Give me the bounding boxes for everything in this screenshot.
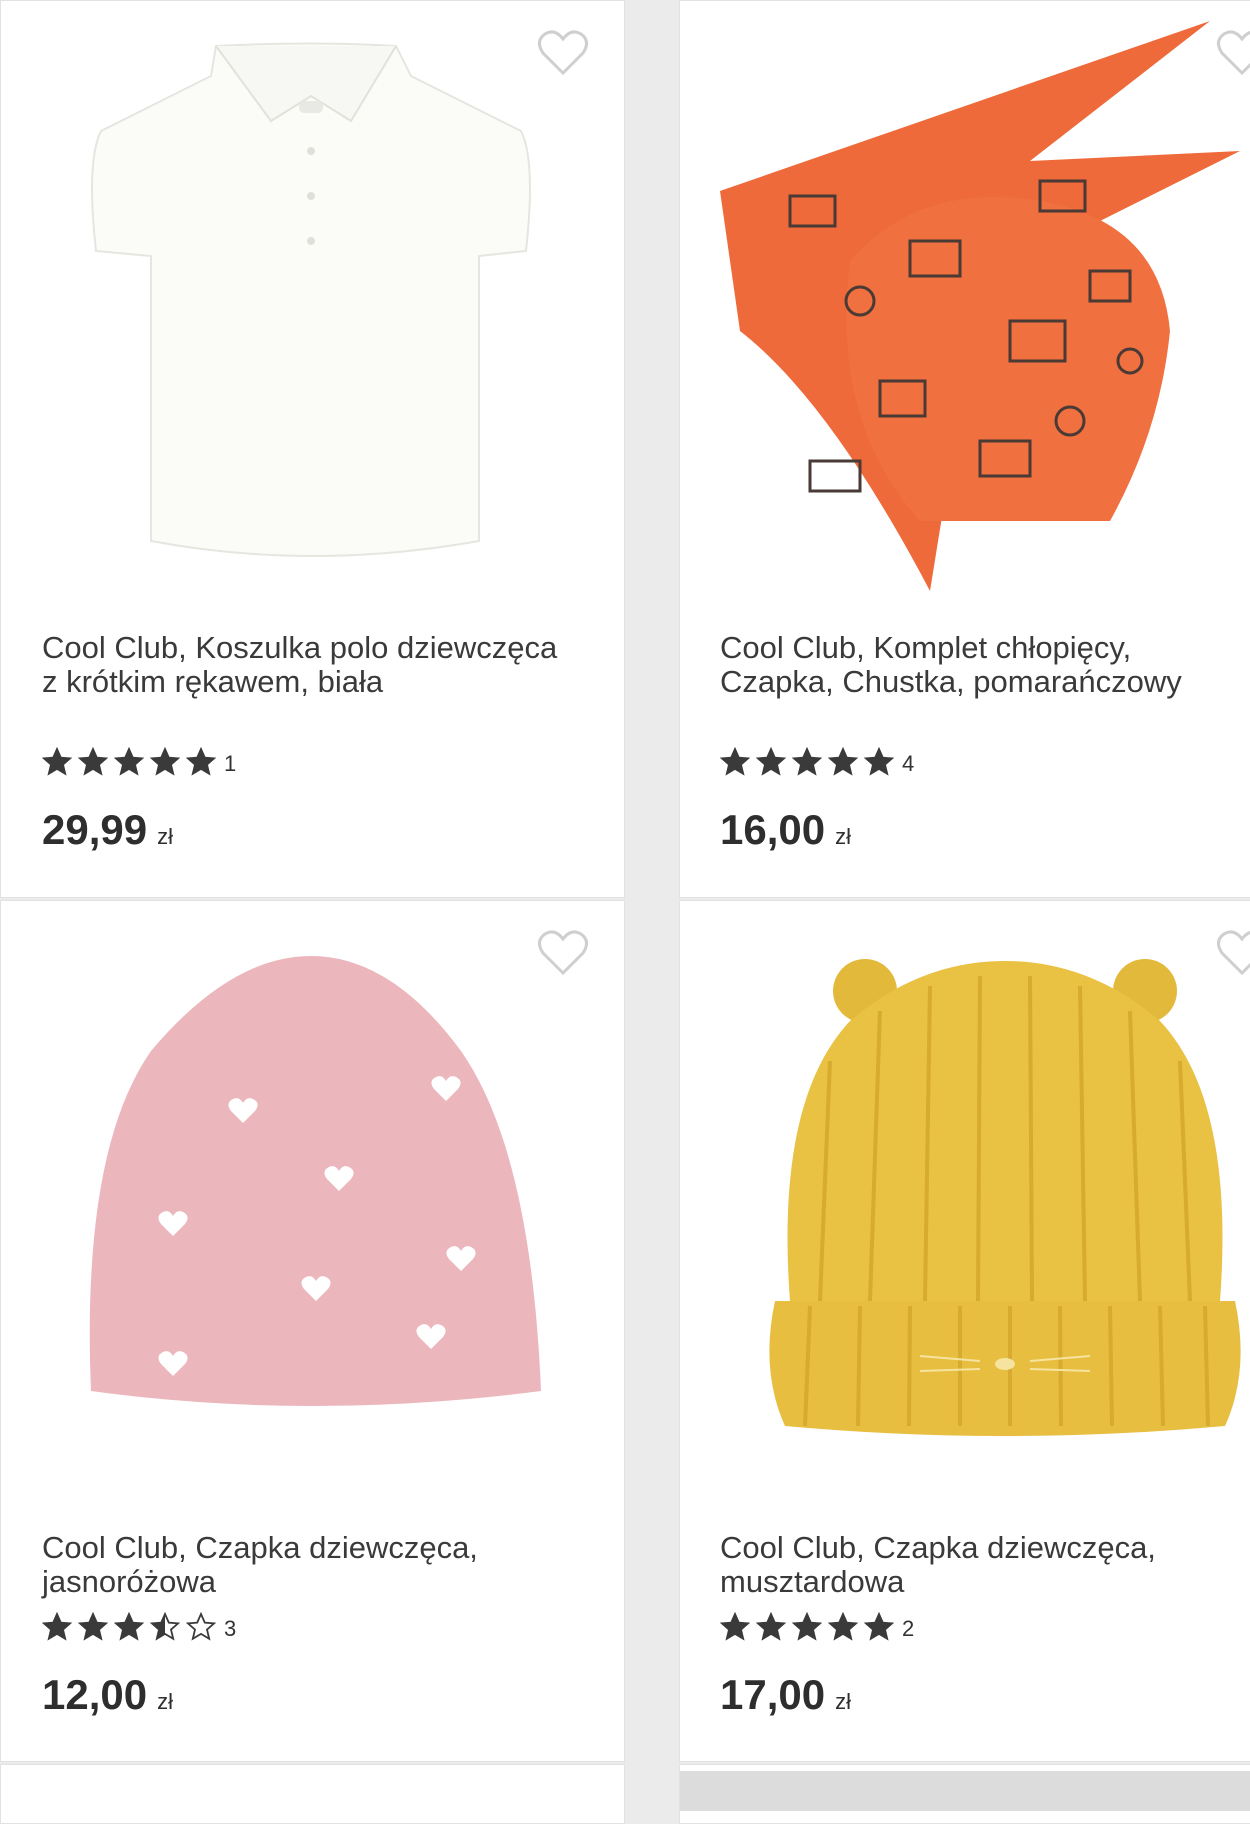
favorite-heart-icon[interactable]: [537, 929, 589, 977]
price-value: 17,00: [720, 1671, 826, 1718]
star-full-icon: [755, 746, 787, 776]
star-full-icon: [77, 746, 109, 776]
rating: 1: [41, 746, 237, 782]
star-full-icon: [719, 1611, 751, 1641]
star-full-icon: [755, 1611, 787, 1641]
price-value: 12,00: [42, 1671, 148, 1718]
star-icons: [41, 746, 222, 782]
price: 16,00 zł: [720, 806, 851, 854]
rating: 3: [41, 1611, 237, 1647]
star-full-icon: [791, 1611, 823, 1641]
price-value: 29,99: [42, 806, 148, 853]
review-count: 4: [902, 751, 915, 776]
review-count: 2: [902, 1616, 915, 1641]
star-full-icon: [41, 746, 73, 776]
star-full-icon: [827, 746, 859, 776]
star-full-icon: [791, 746, 823, 776]
product-title[interactable]: Cool Club, Koszulka polo dziewczęca z kr…: [42, 631, 562, 699]
star-full-icon: [41, 1611, 73, 1641]
price: 17,00 zł: [720, 1671, 851, 1719]
product-card[interactable]: Cool Club, Koszulka polo dziewczęca z kr…: [0, 0, 625, 898]
star-full-icon: [77, 1611, 109, 1641]
currency: zł: [157, 1689, 173, 1714]
star-half-icon: [149, 1611, 181, 1641]
price-value: 16,00: [720, 806, 826, 853]
review-count: 1: [224, 751, 237, 776]
star-full-icon: [827, 1611, 859, 1641]
product-image-mustard-beanie[interactable]: [680, 901, 1250, 1501]
favorite-heart-icon[interactable]: [1216, 929, 1250, 977]
price: 29,99 zł: [42, 806, 173, 854]
star-empty-icon: [185, 1611, 217, 1641]
product-image-pink-beanie[interactable]: [1, 901, 624, 1501]
currency: zł: [835, 824, 851, 849]
review-count: 3: [224, 1616, 237, 1641]
favorite-heart-icon[interactable]: [1216, 29, 1250, 77]
star-icons: [41, 1611, 222, 1647]
star-full-icon: [863, 1611, 895, 1641]
star-full-icon: [113, 746, 145, 776]
star-full-icon: [719, 746, 751, 776]
product-card[interactable]: Cool Club, Czapka dziewczęca, jasnoróżow…: [0, 900, 625, 1762]
price: 12,00 zł: [42, 1671, 173, 1719]
rating: 2: [719, 1611, 915, 1647]
product-card[interactable]: Cool Club, Czapka dziewczęca, musztardow…: [679, 900, 1250, 1762]
currency: zł: [835, 1689, 851, 1714]
product-image-polo[interactable]: [1, 1, 624, 601]
product-title[interactable]: Cool Club, Komplet chłopięcy, Czapka, Ch…: [720, 631, 1240, 699]
product-card-partial[interactable]: [0, 1764, 625, 1824]
favorite-heart-icon[interactable]: [537, 29, 589, 77]
product-image-partial[interactable]: [680, 1771, 1250, 1811]
product-image-orange-set[interactable]: [680, 1, 1250, 601]
product-title[interactable]: Cool Club, Czapka dziewczęca, musztardow…: [720, 1531, 1240, 1599]
star-full-icon: [185, 746, 217, 776]
currency: zł: [157, 824, 173, 849]
star-full-icon: [113, 1611, 145, 1641]
product-card-partial[interactable]: [679, 1764, 1250, 1824]
star-full-icon: [149, 746, 181, 776]
product-title[interactable]: Cool Club, Czapka dziewczęca, jasnoróżow…: [42, 1531, 562, 1599]
star-icons: [719, 746, 900, 782]
product-card[interactable]: Cool Club, Komplet chłopięcy, Czapka, Ch…: [679, 0, 1250, 898]
star-icons: [719, 1611, 900, 1647]
rating: 4: [719, 746, 915, 782]
star-full-icon: [863, 746, 895, 776]
